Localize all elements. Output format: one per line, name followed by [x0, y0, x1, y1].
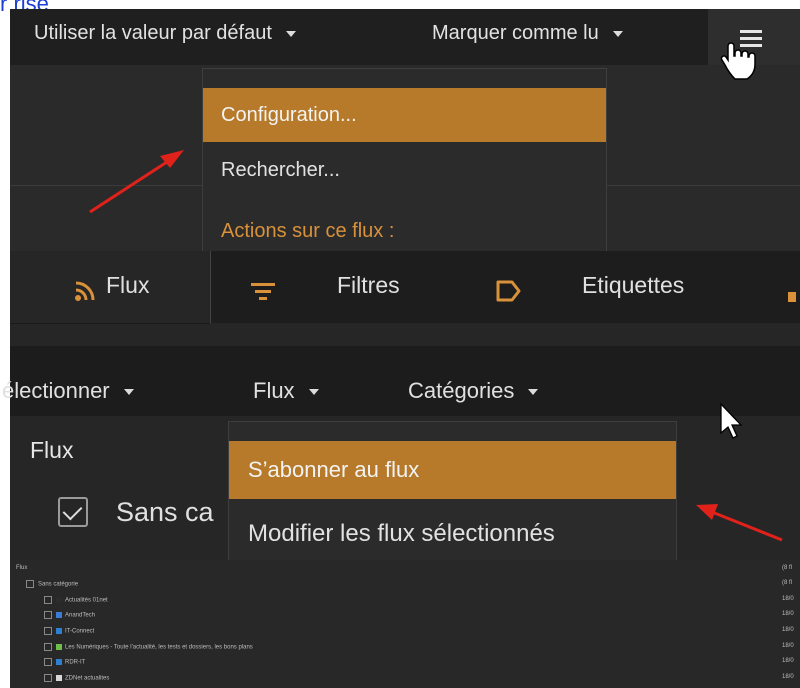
red-arrow-annotation: [696, 504, 783, 542]
hand-cursor-icon: [720, 42, 756, 80]
arrow-cursor-icon: [720, 402, 743, 439]
red-arrow-annotation: [89, 150, 184, 214]
annotation-overlay: [89, 42, 783, 542]
